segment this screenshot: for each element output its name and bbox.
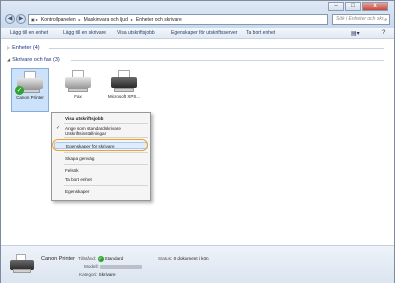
group-devices-header[interactable]: ▷ Enheter (4)	[7, 45, 40, 51]
fax-icon	[63, 70, 93, 94]
menu-separator	[64, 185, 148, 186]
breadcrumb-separator-icon: ▸	[78, 17, 81, 22]
printer-icon	[9, 254, 35, 276]
menu-separator	[64, 137, 148, 138]
details-printer-name: Canon Printer	[41, 256, 75, 262]
menu-separator	[64, 123, 148, 124]
group-divider	[71, 60, 384, 61]
model-redacted	[100, 264, 143, 269]
address-bar[interactable]: ▣ ▸ Kontrollpanelen ▸ Maskinvara och lju…	[28, 14, 328, 25]
menu-item-printing-preferences[interactable]: Utskriftsinställningar	[52, 131, 150, 136]
title-bar: – □ x ◀ ▶ ▣ ▸ Kontrollpanelen ▸ Maskinva…	[1, 1, 394, 28]
forward-icon[interactable]: ▶	[16, 14, 26, 24]
view-options-icon[interactable]: ▤▾	[351, 30, 360, 37]
printer-label: Canon Printer	[16, 95, 44, 100]
menu-item-see-print-jobs[interactable]: Visa utskriftsjobb	[52, 115, 150, 122]
menu-item-troubleshoot[interactable]: Felsök	[52, 167, 150, 174]
printer-label: Microsoft XPS...	[107, 94, 141, 99]
back-icon[interactable]: ◀	[5, 14, 15, 24]
control-panel-icon: ▣ ▸	[31, 17, 38, 22]
printer-tile-canon[interactable]: ✓ Canon Printer	[11, 68, 49, 112]
help-icon[interactable]: ?	[382, 30, 385, 36]
menu-item-remove-device[interactable]: Ta bort enhet	[52, 176, 150, 183]
expand-arrow-icon: ▷	[7, 45, 11, 50]
add-printer-button[interactable]: Lägg till en skrivare	[63, 30, 106, 36]
menu-item-create-shortcut[interactable]: Skapa genväg	[52, 155, 150, 162]
breadcrumb-control-panel[interactable]: Kontrollpanelen	[41, 17, 76, 23]
breadcrumb-separator-icon: ▸	[130, 17, 133, 22]
details-pane: Canon Printer Tillstånd: ✓ Standard Statu…	[1, 245, 394, 283]
details-model: Modell:	[84, 264, 143, 269]
menu-separator	[64, 152, 148, 153]
print-server-properties-button[interactable]: Egenskaper för utskriftsserver	[171, 30, 237, 36]
printer-icon: ✓	[15, 71, 45, 95]
remove-device-button[interactable]: Ta bort enhet	[246, 30, 275, 36]
details-category: Kategori: Skrivare	[79, 272, 116, 277]
breadcrumb-devices-printers[interactable]: Enheter och skrivare	[136, 17, 182, 23]
collapse-arrow-icon: ◢	[7, 57, 11, 62]
maximize-button[interactable]: □	[345, 2, 361, 11]
close-button[interactable]: x	[362, 2, 388, 11]
menu-item-properties[interactable]: Egenskaper	[52, 188, 150, 195]
search-input[interactable]: Sök i Enheter och skr... ⌕	[332, 14, 390, 25]
group-printers-header[interactable]: ◢ Skrivare och fax (3)	[7, 57, 60, 63]
details-state: Tillstånd: ✓ Standard	[78, 256, 124, 262]
minimize-button[interactable]: –	[328, 2, 344, 11]
group-divider	[49, 48, 384, 49]
default-check-icon: ✓	[15, 86, 24, 95]
default-check-icon: ✓	[97, 256, 104, 262]
details-status: Status: 0 dokument i kön	[158, 256, 209, 261]
printer-icon	[109, 70, 139, 94]
context-menu: Visa utskriftsjobb ✓ Ange som standardskr…	[51, 112, 151, 201]
command-bar: Lägg till en enhet Lägg till en skrivare…	[1, 28, 394, 39]
printer-label: Fax	[74, 94, 82, 99]
see-print-jobs-button[interactable]: Visa utskriftsjobb	[117, 30, 155, 36]
search-icon: ⌕	[384, 17, 387, 23]
breadcrumb-hardware-sound[interactable]: Maskinvara och ljud	[84, 17, 128, 23]
devices-and-printers-window: – □ x ◀ ▶ ▣ ▸ Kontrollpanelen ▸ Maskinva…	[0, 0, 395, 283]
menu-separator	[64, 164, 148, 165]
add-device-button[interactable]: Lägg till en enhet	[10, 30, 48, 36]
search-placeholder: Sök i Enheter och skr...	[336, 16, 388, 22]
window-controls: – □ x	[327, 2, 388, 11]
printer-tile-fax[interactable]: Fax	[59, 68, 97, 112]
printer-tile-xps[interactable]: Microsoft XPS...	[105, 68, 143, 112]
highlight-ring	[52, 139, 148, 151]
